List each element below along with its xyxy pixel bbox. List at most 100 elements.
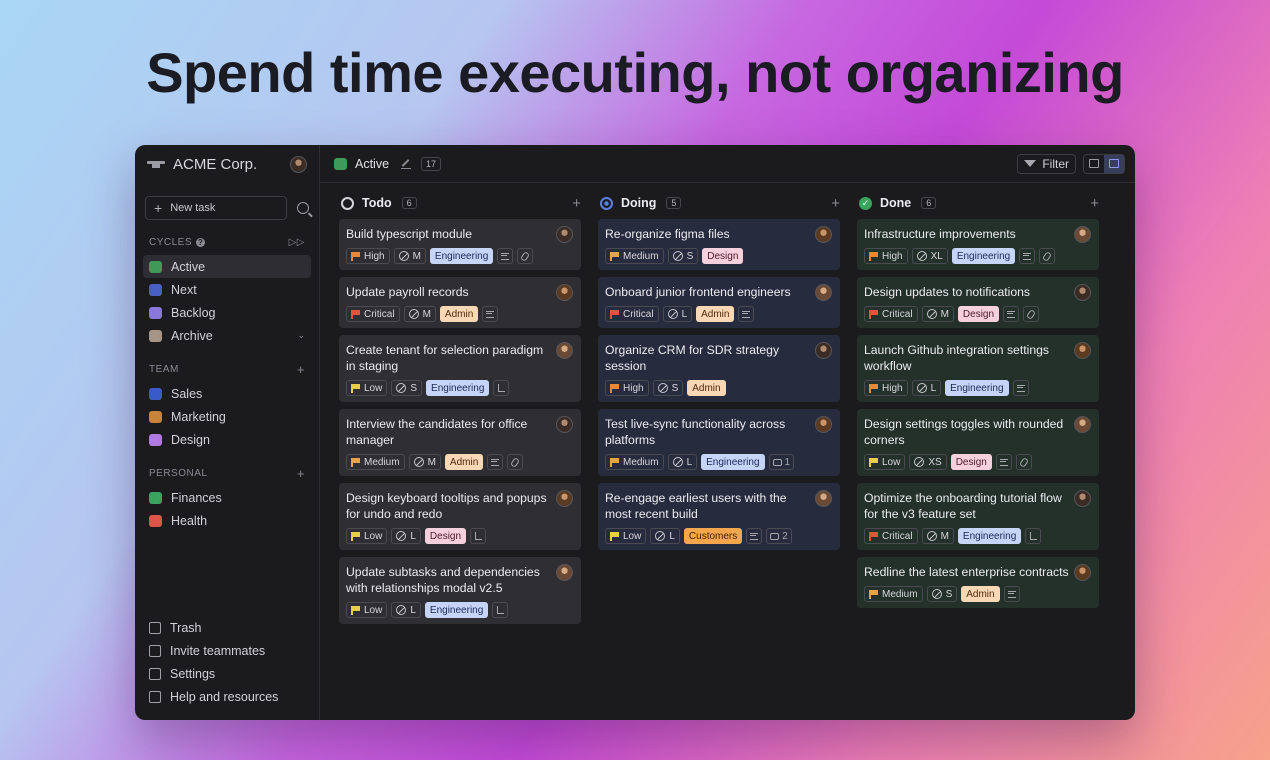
description-indicator[interactable] (482, 306, 499, 322)
sidebar-item-marketing[interactable]: Marketing (143, 405, 311, 428)
sidebar-item-archive[interactable]: Archive ⌄ (143, 324, 311, 347)
sidebar-item-active[interactable]: Active (143, 255, 311, 278)
size-pill[interactable]: XL (911, 248, 948, 264)
add-task-icon[interactable]: + (572, 195, 581, 212)
priority-pill[interactable]: Low (346, 602, 388, 618)
priority-pill[interactable]: Low (346, 528, 388, 544)
priority-pill[interactable]: Critical (864, 528, 918, 544)
size-pill[interactable]: L (911, 380, 942, 396)
category-label[interactable]: Customers (683, 528, 743, 544)
sidebar-item-help-and-resources[interactable]: Help and resources (143, 685, 311, 708)
priority-pill[interactable]: High (864, 380, 908, 396)
attachment-indicator[interactable] (1023, 306, 1040, 322)
relationship-indicator[interactable]: 2 (766, 528, 792, 544)
assignee-avatar[interactable] (1074, 490, 1091, 507)
category-label[interactable]: Design (424, 528, 467, 544)
edit-pencil-icon[interactable] (401, 159, 412, 169)
size-pill[interactable]: M (403, 306, 436, 322)
category-label[interactable]: Design (957, 306, 1000, 322)
priority-pill[interactable]: Low (605, 528, 647, 544)
attachment-indicator[interactable] (1015, 454, 1032, 470)
priority-pill[interactable]: Medium (605, 454, 664, 470)
priority-pill[interactable]: High (605, 380, 649, 396)
priority-pill[interactable]: Medium (605, 248, 664, 264)
add-task-icon[interactable]: + (1090, 195, 1099, 212)
task-card[interactable]: Optimize the onboarding tutorial flow fo… (857, 483, 1099, 550)
priority-pill[interactable]: High (346, 248, 390, 264)
priority-pill[interactable]: High (864, 248, 908, 264)
category-label[interactable]: Engineering (424, 602, 489, 618)
filter-button[interactable]: Filter (1017, 153, 1076, 174)
category-label[interactable]: Design (950, 454, 992, 470)
sidebar-item-finances[interactable]: Finances (143, 486, 311, 509)
assignee-avatar[interactable] (815, 416, 832, 433)
size-pill[interactable]: S (667, 248, 699, 264)
sidebar-item-settings[interactable]: Settings (143, 662, 311, 685)
attachment-indicator[interactable] (1039, 248, 1056, 264)
task-card[interactable]: Re-organize figma files Medium S Design (598, 219, 840, 270)
assignee-avatar[interactable] (815, 284, 832, 301)
assignee-avatar[interactable] (1074, 226, 1091, 243)
category-label[interactable]: Admin (687, 380, 726, 396)
chevron-down-icon[interactable]: ⌄ (297, 330, 305, 341)
attachment-indicator[interactable] (507, 454, 524, 470)
category-label[interactable]: Admin (961, 586, 1000, 602)
help-circle-icon[interactable]: ? (196, 237, 206, 247)
sidebar-item-sales[interactable]: Sales (143, 382, 311, 405)
description-indicator[interactable] (995, 454, 1012, 470)
assignee-avatar[interactable] (556, 226, 573, 243)
priority-pill[interactable]: Medium (346, 454, 405, 470)
description-indicator[interactable] (487, 454, 504, 470)
task-card[interactable]: Re-engage earliest users with the most r… (598, 483, 840, 550)
task-card[interactable]: Onboard junior frontend engineers Critica… (598, 277, 840, 328)
assignee-avatar[interactable] (815, 490, 832, 507)
description-indicator[interactable] (497, 248, 514, 264)
assignee-avatar[interactable] (556, 490, 573, 507)
assignee-avatar[interactable] (815, 342, 832, 359)
size-pill[interactable]: L (391, 602, 421, 618)
sidebar-item-trash[interactable]: Trash (143, 616, 311, 639)
subtask-indicator[interactable] (492, 602, 509, 618)
search-icon[interactable] (297, 202, 309, 214)
sidebar-item-design[interactable]: Design (143, 428, 311, 451)
user-avatar[interactable] (290, 155, 307, 173)
size-pill[interactable]: M (921, 306, 954, 322)
task-card[interactable]: Update payroll records Critical M Admin (339, 277, 581, 328)
sidebar-item-invite-teammates[interactable]: Invite teammates (143, 639, 311, 662)
size-pill[interactable]: M (393, 248, 426, 264)
size-pill[interactable]: L (650, 528, 680, 544)
relationship-indicator[interactable]: 1 (768, 454, 795, 470)
list-view-button[interactable] (1084, 155, 1104, 173)
size-pill[interactable]: L (667, 454, 698, 470)
task-card[interactable]: Launch Github integration settings workf… (857, 335, 1099, 402)
category-label[interactable]: Design (702, 248, 744, 264)
subtask-indicator[interactable] (1025, 528, 1042, 544)
priority-pill[interactable]: Low (864, 454, 906, 470)
task-card[interactable]: Interview the candidates for office mana… (339, 409, 581, 476)
add-team-icon[interactable]: + (297, 362, 305, 377)
description-indicator[interactable] (738, 306, 755, 322)
assignee-avatar[interactable] (1074, 416, 1091, 433)
assignee-avatar[interactable] (556, 342, 573, 359)
workspace-header[interactable]: ACME Corp. (143, 145, 311, 183)
add-task-icon[interactable]: + (831, 195, 840, 212)
size-pill[interactable]: L (662, 306, 693, 322)
priority-pill[interactable]: Critical (864, 306, 918, 322)
sidebar-item-next[interactable]: Next (143, 278, 311, 301)
category-label[interactable]: Admin (439, 306, 479, 322)
task-card[interactable]: Test live-sync functionality across plat… (598, 409, 840, 476)
assignee-avatar[interactable] (1074, 564, 1091, 581)
category-label[interactable]: Engineering (945, 380, 1009, 396)
category-label[interactable]: Engineering (951, 248, 1016, 264)
task-card[interactable]: Redline the latest enterprise contracts M… (857, 557, 1099, 608)
task-card[interactable]: Design keyboard tooltips and popups for … (339, 483, 581, 550)
add-personal-icon[interactable]: + (297, 466, 305, 481)
fast-forward-icon[interactable]: ▷▷ (289, 237, 305, 248)
size-pill[interactable]: S (652, 380, 684, 396)
assignee-avatar[interactable] (1074, 284, 1091, 301)
task-card[interactable]: Build typescript module High M Engineering (339, 219, 581, 270)
description-indicator[interactable] (1012, 380, 1029, 396)
size-pill[interactable]: M (921, 528, 954, 544)
subtask-indicator[interactable] (493, 380, 510, 396)
category-label[interactable]: Engineering (429, 248, 494, 264)
